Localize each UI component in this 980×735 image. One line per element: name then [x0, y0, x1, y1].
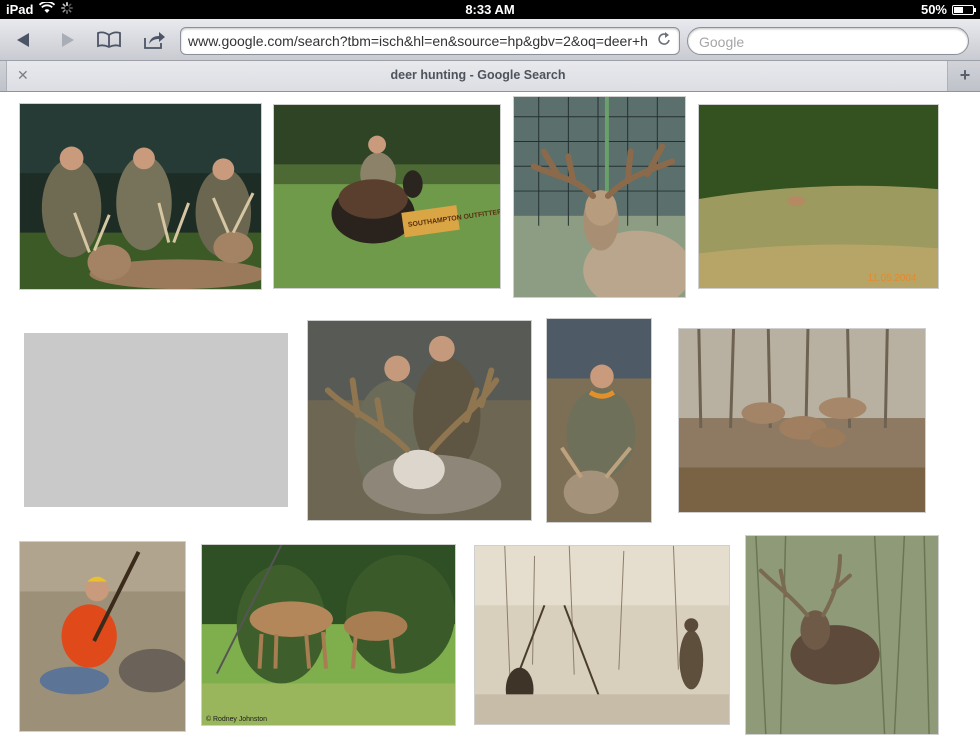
status-right: 50%: [920, 2, 976, 17]
result-image-hunter-with-rifle[interactable]: [19, 541, 186, 732]
result-image-hunter-with-buck[interactable]: [546, 318, 652, 523]
back-button[interactable]: [10, 27, 36, 53]
status-time: 8:33 AM: [465, 2, 515, 17]
photographer-watermark: © Rodney Johnston: [206, 715, 267, 723]
result-image-buck-in-brush[interactable]: [745, 535, 939, 735]
battery-icon: [952, 4, 976, 15]
tab-title: deer hunting - Google Search: [390, 68, 566, 82]
result-image-loading-placeholder[interactable]: [24, 333, 288, 507]
share-button[interactable]: [140, 27, 168, 53]
address-bar[interactable]: www.google.com/search?tbm=isch&hl=en&sou…: [180, 27, 680, 55]
share-arrow-icon: [144, 32, 165, 49]
result-image-vintage-hunting-camp[interactable]: [474, 545, 730, 725]
book-icon: [97, 31, 121, 49]
forward-arrow-icon: [62, 33, 74, 47]
tab-bar: ✕ deer hunting - Google Search +: [0, 61, 980, 92]
result-image-two-hunters-mule-deer[interactable]: [307, 320, 532, 521]
result-image-hunters-with-deer[interactable]: [19, 103, 262, 290]
image-results-grid: SOUTHAMPTON OUTFITTERS 11.05.2004 © Rodn…: [0, 92, 980, 735]
result-image-deer-in-field[interactable]: 11.05.2004: [698, 104, 939, 289]
result-image-herd-of-deer[interactable]: [678, 328, 926, 513]
forward-button[interactable]: [55, 27, 81, 53]
plus-icon: +: [959, 65, 971, 85]
search-field[interactable]: Google: [687, 27, 969, 55]
status-bar: iPad 8:33 AM 50%: [0, 0, 980, 19]
result-image-whitetail-bucks[interactable]: © Rodney Johnston: [201, 544, 456, 726]
back-arrow-icon: [17, 33, 29, 47]
reload-icon[interactable]: [658, 31, 674, 49]
bookmarks-button[interactable]: [94, 27, 124, 53]
battery-percent: 50%: [920, 2, 947, 17]
result-image-turkey-hunter[interactable]: SOUTHAMPTON OUTFITTERS: [273, 104, 501, 289]
tab-active[interactable]: ✕ deer hunting - Google Search: [6, 61, 948, 91]
photo-date-watermark: 11.05.2004: [868, 273, 917, 284]
result-image-velvet-buck[interactable]: [513, 96, 686, 298]
new-tab-button[interactable]: +: [952, 65, 978, 87]
